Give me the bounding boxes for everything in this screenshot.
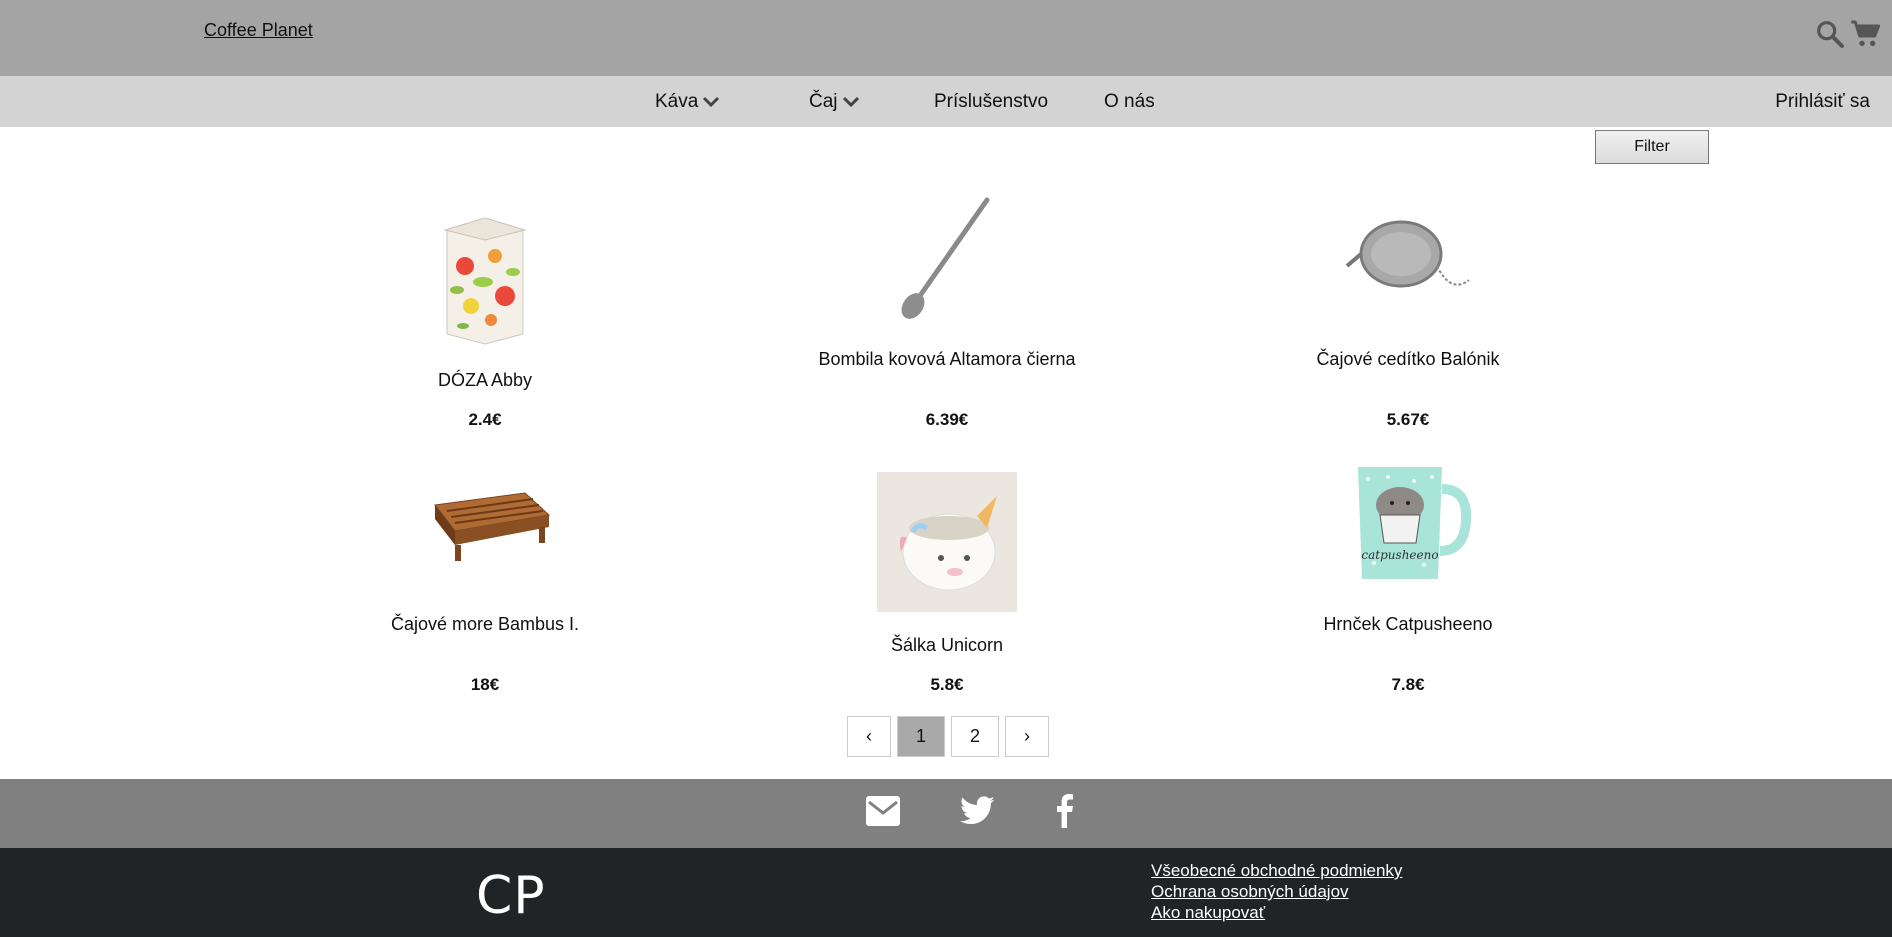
product-image[interactable]: [887, 194, 1007, 324]
social-bar: [0, 779, 1892, 848]
footer-link-privacy[interactable]: Ochrana osobných údajov: [1151, 881, 1402, 902]
nav-item-label: Čaj: [809, 90, 838, 112]
product-price: 6.39€: [925, 410, 969, 429]
facebook-icon[interactable]: [1055, 794, 1073, 833]
top-bar: Coffee Planet: [0, 0, 1892, 76]
product-image[interactable]: [415, 455, 555, 585]
product-price: 7.8€: [1391, 675, 1425, 694]
product-image[interactable]: [877, 472, 1017, 612]
product-price: 2.4€: [468, 410, 502, 429]
search-icon[interactable]: [1814, 18, 1846, 50]
product-name[interactable]: Čajové cedítko Balónik: [1258, 349, 1558, 370]
product-price: 5.67€: [1386, 410, 1430, 429]
footer-logo: CP: [476, 866, 546, 926]
footer-link-terms[interactable]: Všeobecné obchodné podmienky: [1151, 860, 1402, 881]
nav-item-caj[interactable]: Čaj: [809, 76, 860, 127]
pagination-page-2[interactable]: 2: [951, 716, 999, 757]
login-link[interactable]: Prihlásiť sa: [1775, 76, 1870, 127]
chevron-down-icon: [842, 96, 859, 107]
nav-item-kava[interactable]: Káva: [655, 76, 720, 127]
product-image[interactable]: catpusheeno: [1344, 459, 1472, 587]
filter-button[interactable]: Filter: [1595, 130, 1709, 164]
twitter-icon[interactable]: [960, 796, 996, 831]
product-name[interactable]: DÓZA Abby: [335, 370, 635, 391]
pagination: ‹ 1 2 ›: [847, 716, 1049, 757]
product-name[interactable]: Hrnček Catpusheeno: [1258, 614, 1558, 635]
product-price: 18€: [470, 675, 500, 694]
pagination-prev-button[interactable]: ‹: [847, 716, 891, 757]
footer: CP Všeobecné obchodné podmienky Ochrana …: [0, 848, 1892, 937]
product-name[interactable]: Bombila kovová Altamora čierna: [797, 349, 1097, 370]
product-image[interactable]: [435, 216, 535, 348]
product-price: 5.8€: [930, 675, 964, 694]
product-name[interactable]: Šálka Unicorn: [797, 635, 1097, 656]
pagination-page-1[interactable]: 1: [897, 716, 945, 757]
brand-link[interactable]: Coffee Planet: [204, 20, 313, 41]
nav-item-prislusenstvo[interactable]: Príslušenstvo: [934, 76, 1048, 127]
nav-item-label: Príslušenstvo: [934, 90, 1049, 112]
cart-icon[interactable]: [1850, 18, 1882, 50]
chevron-down-icon: [703, 96, 720, 107]
nav-item-label: O nás: [1104, 90, 1155, 112]
main-nav: Káva Čaj Príslušenstvo O nás Prihlásiť s…: [0, 76, 1892, 127]
svg-text:catpusheeno: catpusheeno: [1361, 548, 1438, 562]
product-image[interactable]: [1341, 204, 1475, 314]
product-name[interactable]: Čajové more Bambus I.: [335, 614, 635, 635]
nav-item-label: Káva: [655, 90, 699, 112]
pagination-next-button[interactable]: ›: [1005, 716, 1049, 757]
header-actions: [1814, 18, 1882, 50]
footer-links: Všeobecné obchodné podmienky Ochrana oso…: [1151, 860, 1402, 923]
nav-item-o-nas[interactable]: O nás: [1104, 76, 1155, 127]
mail-icon[interactable]: [866, 796, 900, 831]
footer-link-how-to-buy[interactable]: Ako nakupovať: [1151, 902, 1402, 923]
